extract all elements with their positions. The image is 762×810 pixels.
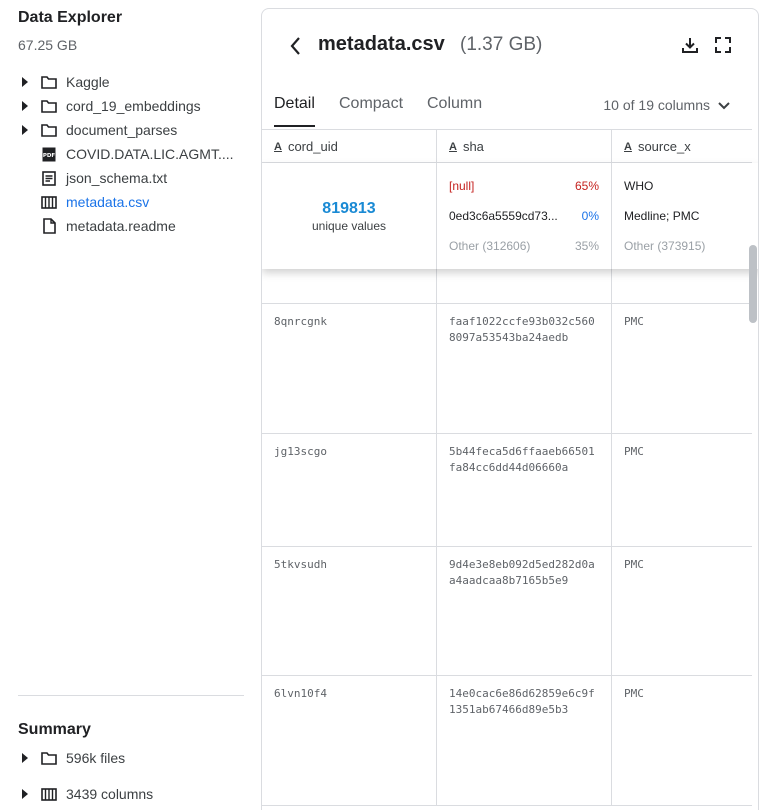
back-arrow-icon[interactable] (288, 35, 304, 57)
cell-sha: 14e0cac6e86d62859e6c9f1351ab67466d89e5b3 (437, 676, 612, 805)
null-label: [null] (449, 179, 475, 193)
tree-item-json-schema[interactable]: json_schema.txt (18, 166, 234, 190)
column-header-cord-uid[interactable]: A cord_uid (262, 130, 437, 163)
vertical-scrollbar-thumb[interactable] (749, 245, 757, 323)
cell-source-x: PMC (624, 315, 644, 328)
tree-item-metadata-readme[interactable]: metadata.readme (18, 214, 234, 238)
folder-icon (38, 74, 60, 90)
caret-right-icon[interactable] (18, 101, 38, 111)
chevron-down-icon (718, 97, 730, 113)
cell-source-x: PMC (624, 687, 644, 700)
tree-item-document-parses[interactable]: document_parses (18, 118, 234, 142)
table-icon (38, 786, 60, 802)
file-icon (38, 218, 60, 234)
summary-item-files[interactable]: 596k files (18, 746, 153, 770)
summary-item-label: 596k files (66, 750, 126, 766)
unique-label: unique values (311, 219, 387, 233)
unique-count: 819813 (322, 200, 376, 217)
string-type-icon: A (274, 140, 282, 153)
column-selector[interactable]: 10 of 19 columns (603, 97, 730, 113)
table-row[interactable]: jg13scgo 5b44feca5d6ffaaeb66501fa84cc6dd… (262, 434, 752, 547)
svg-text:PDF: PDF (43, 153, 56, 159)
cell-cord-uid: 6lvn10f4 (262, 676, 437, 805)
pdf-icon: PDF (38, 146, 60, 162)
tree-item-label: Kaggle (66, 74, 110, 90)
tab-compact[interactable]: Compact (339, 95, 403, 125)
caret-right-icon[interactable] (18, 77, 38, 87)
tree-item-kaggle[interactable]: Kaggle (18, 70, 234, 94)
column-header-label: source_x (637, 139, 691, 154)
top-value: 0ed3c6a5559cd73... (449, 209, 558, 223)
cell-cord-uid: 5tkvsudh (262, 547, 437, 675)
cord-uid-summary: 819813 unique values (262, 163, 437, 269)
cell-sha: 9d4e3e8eb092d5ed282d0aa4aadcaa8b7165b5e9 (437, 547, 612, 675)
cell-source-x: PMC (624, 558, 644, 571)
table-row[interactable]: 5tkvsudh 9d4e3e8eb092d5ed282d0aa4aadcaa8… (262, 547, 752, 676)
folder-icon (38, 750, 60, 766)
string-type-icon: A (449, 140, 457, 153)
tree-item-label: document_parses (66, 122, 178, 138)
file-header: metadata.csv (1.37 GB) (262, 9, 758, 81)
tree-item-cord-19-embeddings[interactable]: cord_19_embeddings (18, 94, 234, 118)
other-label: Other (373915) (624, 239, 706, 253)
other-stat: Other (312606) 35% (449, 239, 599, 253)
other-pct: 35% (574, 239, 599, 253)
sha-summary: [null] 65% 0ed3c6a5559cd73... 0% Other (… (437, 163, 612, 269)
data-explorer-sidebar: Data Explorer 67.25 GB Kaggle cord_19_em… (0, 0, 250, 810)
download-icon[interactable] (681, 36, 699, 54)
top-value-stat: 0ed3c6a5559cd73... 0% (449, 209, 599, 223)
caret-right-icon[interactable] (18, 125, 38, 135)
tree-item-label: cord_19_embeddings (66, 98, 201, 114)
column-header-sha[interactable]: A sha (437, 130, 612, 163)
cell-cord-uid: 8qnrcgnk (262, 304, 437, 433)
text-file-icon (38, 170, 60, 186)
summary-title: Summary (18, 721, 91, 738)
string-type-icon: A (624, 140, 632, 153)
table-icon (38, 194, 60, 210)
tree-item-covid-data-lic[interactable]: PDF COVID.DATA.LIC.AGMT.... (18, 142, 234, 166)
sidebar-title: Data Explorer (18, 9, 123, 26)
column-summary-row: 819813 unique values [null] 65% 0ed3c6a5… (262, 163, 758, 269)
tab-column[interactable]: Column (427, 95, 482, 125)
file-tree: Kaggle cord_19_embeddings document_parse… (18, 70, 234, 238)
tree-item-metadata-csv[interactable]: metadata.csv (18, 190, 234, 214)
column-header-label: cord_uid (287, 139, 338, 154)
caret-right-icon[interactable] (18, 753, 38, 763)
table-row[interactable]: 8qnrcgnk faaf1022ccfe93b032c5608097a5354… (262, 304, 752, 434)
file-name: metadata.csv (318, 33, 445, 55)
cell-cord-uid: jg13scgo (262, 434, 437, 546)
column-header-label: sha (462, 139, 484, 154)
summary-list: 596k files 3439 columns (18, 746, 153, 810)
source-x-summary: WHO Medline; PMC Other (373915) (612, 163, 758, 269)
null-stat: [null] 65% (449, 179, 599, 193)
folder-icon (38, 122, 60, 138)
tree-item-label: json_schema.txt (66, 170, 168, 186)
caret-right-icon[interactable] (18, 789, 38, 799)
other-label: Other (312606) (449, 239, 531, 253)
tree-item-label: metadata.csv (66, 194, 150, 210)
dataset-size: 67.25 GB (18, 37, 78, 53)
view-tabs: Detail Compact Column 10 of 19 columns (262, 81, 758, 129)
summary-item-label: 3439 columns (66, 786, 154, 802)
cell-sha: faaf1022ccfe93b032c5608097a53543ba24aedb (437, 304, 612, 433)
column-count-label: 10 of 19 columns (603, 97, 710, 113)
summary-item-columns[interactable]: 3439 columns (18, 782, 153, 806)
second-value: Medline; PMC (624, 209, 700, 223)
cell-source-x: PMC (624, 445, 644, 458)
file-preview-panel: metadata.csv (1.37 GB) Detail Compact Co… (261, 8, 759, 810)
table-header: A cord_uid A sha A source_x (262, 129, 752, 163)
top-value-pct: 0% (581, 209, 599, 223)
file-size: (1.37 GB) (460, 34, 543, 55)
cell-sha: 5b44feca5d6ffaaeb66501fa84cc6dd44d06660a (437, 434, 612, 546)
tab-detail[interactable]: Detail (274, 95, 315, 127)
tree-item-label: metadata.readme (66, 218, 176, 234)
top-value: WHO (624, 179, 654, 193)
tree-item-label: COVID.DATA.LIC.AGMT.... (66, 146, 234, 162)
null-pct: 65% (574, 179, 599, 193)
column-header-source-x[interactable]: A source_x (612, 130, 758, 163)
fullscreen-icon[interactable] (714, 36, 732, 54)
folder-icon (38, 98, 60, 114)
table-row[interactable]: 6lvn10f4 14e0cac6e86d62859e6c9f1351ab674… (262, 676, 752, 806)
sidebar-divider (18, 695, 244, 696)
